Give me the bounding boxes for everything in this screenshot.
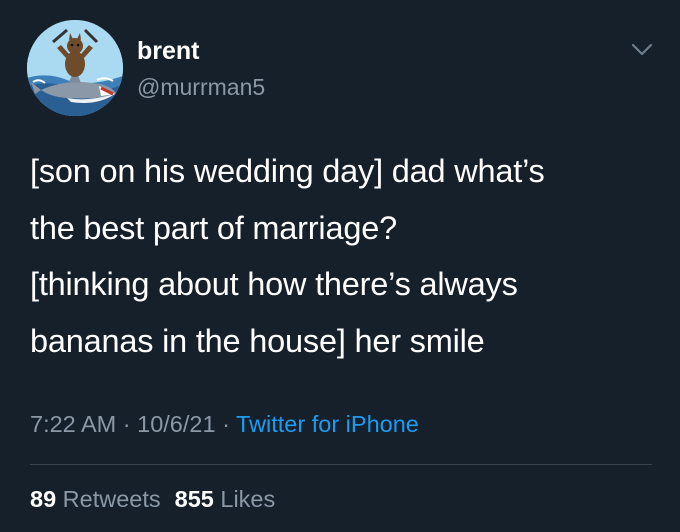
likes-label: Likes — [220, 486, 276, 512]
divider — [30, 464, 652, 465]
tweet-stats: 89 Retweets 855 Likes — [30, 484, 275, 514]
chevron-down-icon — [631, 43, 653, 56]
more-options-button[interactable] — [624, 32, 660, 68]
display-name[interactable]: brent — [137, 36, 200, 66]
user-handle[interactable]: @murrman5 — [137, 73, 265, 101]
tweet-date[interactable]: 10/6/21 — [137, 411, 215, 437]
tweet-source-link[interactable]: Twitter for iPhone — [236, 411, 419, 437]
tweet-text: [son on his wedding day] dad what’s the … — [30, 143, 660, 369]
cat-on-shark-avatar-image — [27, 20, 123, 116]
retweets-stat[interactable]: 89 Retweets — [30, 486, 161, 512]
tweet-text-line: bananas in the house] her smile — [30, 322, 485, 359]
retweets-label: Retweets — [62, 486, 161, 512]
tweet-card: brent @murrman5 [son on his wedding day]… — [0, 0, 680, 532]
tweet-metadata: 7:22 AM · 10/6/21 · Twitter for iPhone — [30, 409, 419, 439]
retweets-count: 89 — [30, 486, 57, 512]
tweet-time[interactable]: 7:22 AM — [30, 411, 116, 437]
meta-separator: · — [122, 411, 131, 437]
tweet-text-line: [son on his wedding day] dad what’s — [30, 153, 545, 189]
meta-separator: · — [222, 411, 230, 437]
likes-count: 855 — [174, 486, 214, 512]
avatar[interactable] — [27, 20, 123, 116]
tweet-text-line: the best part of marriage? — [30, 209, 397, 246]
likes-stat[interactable]: 855 Likes — [175, 486, 276, 512]
tweet-text-line: [thinking about how there’s always — [30, 266, 518, 302]
